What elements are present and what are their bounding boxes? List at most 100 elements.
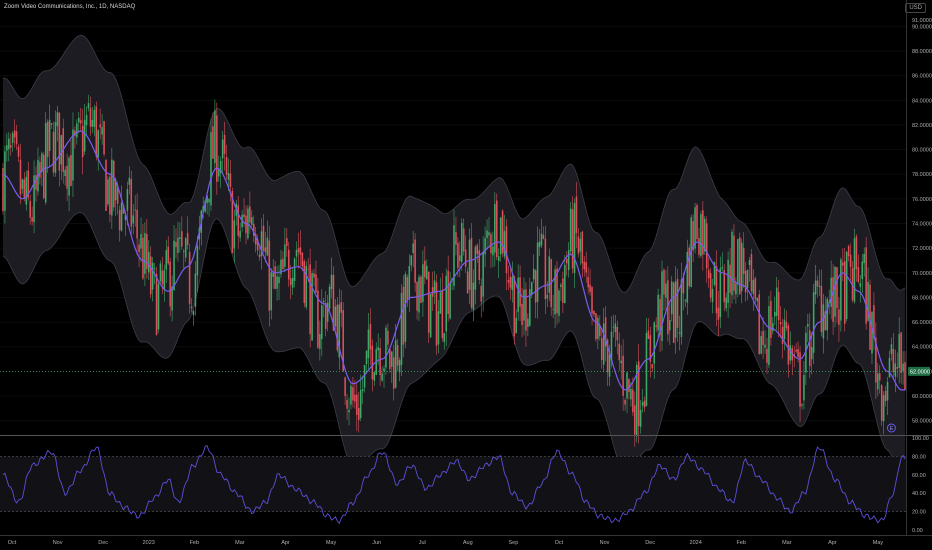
candle-body bbox=[268, 240, 271, 311]
candle-body bbox=[140, 234, 142, 249]
earnings-event-label: E bbox=[890, 426, 894, 432]
candle-body bbox=[810, 347, 813, 360]
candle-body bbox=[340, 302, 343, 313]
candle-body bbox=[754, 278, 757, 300]
candle-body bbox=[787, 325, 790, 365]
candle-body bbox=[544, 238, 547, 300]
candle-body bbox=[167, 246, 169, 264]
currency-badge[interactable]: USD bbox=[905, 3, 926, 13]
time-axis-tick-label: 2024 bbox=[690, 540, 702, 546]
candle-body bbox=[494, 203, 496, 253]
price-axis-tick-label: 68.0000 bbox=[912, 295, 932, 301]
candle-body bbox=[243, 214, 245, 218]
candle-body bbox=[600, 338, 603, 360]
candle-body bbox=[772, 323, 774, 332]
candle-body bbox=[645, 333, 648, 407]
candle-body bbox=[581, 231, 584, 264]
candle-body bbox=[437, 311, 440, 345]
candle-body bbox=[31, 217, 33, 222]
candle-body bbox=[565, 258, 568, 264]
candle-body bbox=[6, 145, 8, 151]
candle-body bbox=[672, 282, 675, 343]
candle-body bbox=[389, 349, 391, 370]
candle-body bbox=[79, 120, 82, 124]
candle-body bbox=[696, 205, 698, 240]
candle-body bbox=[408, 266, 411, 298]
candle-body bbox=[836, 267, 838, 309]
candle-body bbox=[274, 266, 276, 289]
candle-body bbox=[249, 206, 251, 223]
candle-body bbox=[591, 287, 593, 314]
candle-body bbox=[148, 251, 150, 273]
candle-body bbox=[381, 373, 383, 381]
candle-body bbox=[225, 157, 228, 175]
price-axis-tick-label: 86.0000 bbox=[912, 74, 932, 80]
candle-body bbox=[700, 214, 702, 256]
candle-body bbox=[179, 237, 181, 239]
candle-body bbox=[536, 242, 539, 302]
candle-body bbox=[733, 235, 735, 291]
candle-body bbox=[564, 264, 566, 304]
candle-body bbox=[369, 324, 372, 350]
candle-body bbox=[103, 121, 105, 155]
time-axis-tick-label: Mar bbox=[235, 540, 245, 546]
candle-body bbox=[468, 239, 471, 290]
candle-body bbox=[620, 360, 622, 364]
candle-body bbox=[109, 176, 111, 215]
candle-body bbox=[859, 282, 862, 287]
candle-body bbox=[15, 131, 18, 145]
candle-body bbox=[165, 250, 168, 270]
candle-body bbox=[655, 325, 657, 327]
candle-body bbox=[97, 130, 100, 158]
price-axis-tick-label: 72.0000 bbox=[912, 246, 932, 252]
candle-body bbox=[639, 409, 642, 427]
candle-body bbox=[163, 270, 166, 290]
candle-body bbox=[777, 292, 780, 321]
candle-body bbox=[23, 179, 26, 198]
candle-body bbox=[752, 280, 755, 294]
candle-body bbox=[558, 290, 560, 316]
time-axis-tick-label: Dec bbox=[98, 540, 108, 546]
price-axis-tick-label: 70.0000 bbox=[912, 271, 932, 277]
price-axis-tick-label: 80.0000 bbox=[912, 148, 932, 154]
candle-body bbox=[420, 276, 422, 303]
candle-body bbox=[513, 276, 516, 337]
candle-body bbox=[181, 231, 183, 247]
candle-body bbox=[614, 323, 617, 333]
time-axis-tick-label: Dec bbox=[645, 540, 655, 546]
price-axis-tick-label: 58.0000 bbox=[912, 419, 932, 425]
candle-body bbox=[427, 271, 430, 333]
candle-body bbox=[367, 329, 370, 359]
candle-body bbox=[48, 119, 51, 152]
candle-body bbox=[402, 286, 405, 345]
candle-body bbox=[775, 287, 778, 316]
candle-body bbox=[626, 372, 628, 399]
candle-body bbox=[630, 388, 632, 400]
chart-canvas[interactable]: 58.0000 60.0000 62.0000 64.0000 66.0000 68.00… bbox=[0, 0, 932, 550]
candle-body bbox=[361, 389, 364, 392]
candle-body bbox=[107, 179, 109, 205]
candle-body bbox=[781, 326, 784, 345]
candle-body bbox=[571, 209, 574, 269]
candle-body bbox=[470, 238, 473, 308]
candle-body bbox=[118, 210, 121, 231]
candle-body bbox=[151, 262, 154, 290]
candle-body bbox=[880, 385, 883, 421]
candle-body bbox=[540, 233, 543, 246]
candle-body bbox=[120, 202, 123, 231]
candle-body bbox=[233, 220, 236, 249]
candle-body bbox=[266, 237, 269, 256]
candle-body bbox=[81, 126, 84, 158]
candle-body bbox=[365, 350, 368, 365]
candle-body bbox=[313, 273, 315, 278]
candle-body bbox=[548, 256, 551, 293]
candle-body bbox=[634, 405, 636, 435]
candle-body bbox=[282, 258, 284, 270]
candle-body bbox=[134, 209, 136, 211]
time-axis-tick-label: Nov bbox=[600, 540, 610, 546]
candle-body bbox=[517, 277, 519, 312]
candle-body bbox=[212, 126, 214, 159]
candle-body bbox=[39, 162, 41, 178]
candle-body bbox=[740, 242, 743, 292]
candle-body bbox=[464, 249, 467, 267]
